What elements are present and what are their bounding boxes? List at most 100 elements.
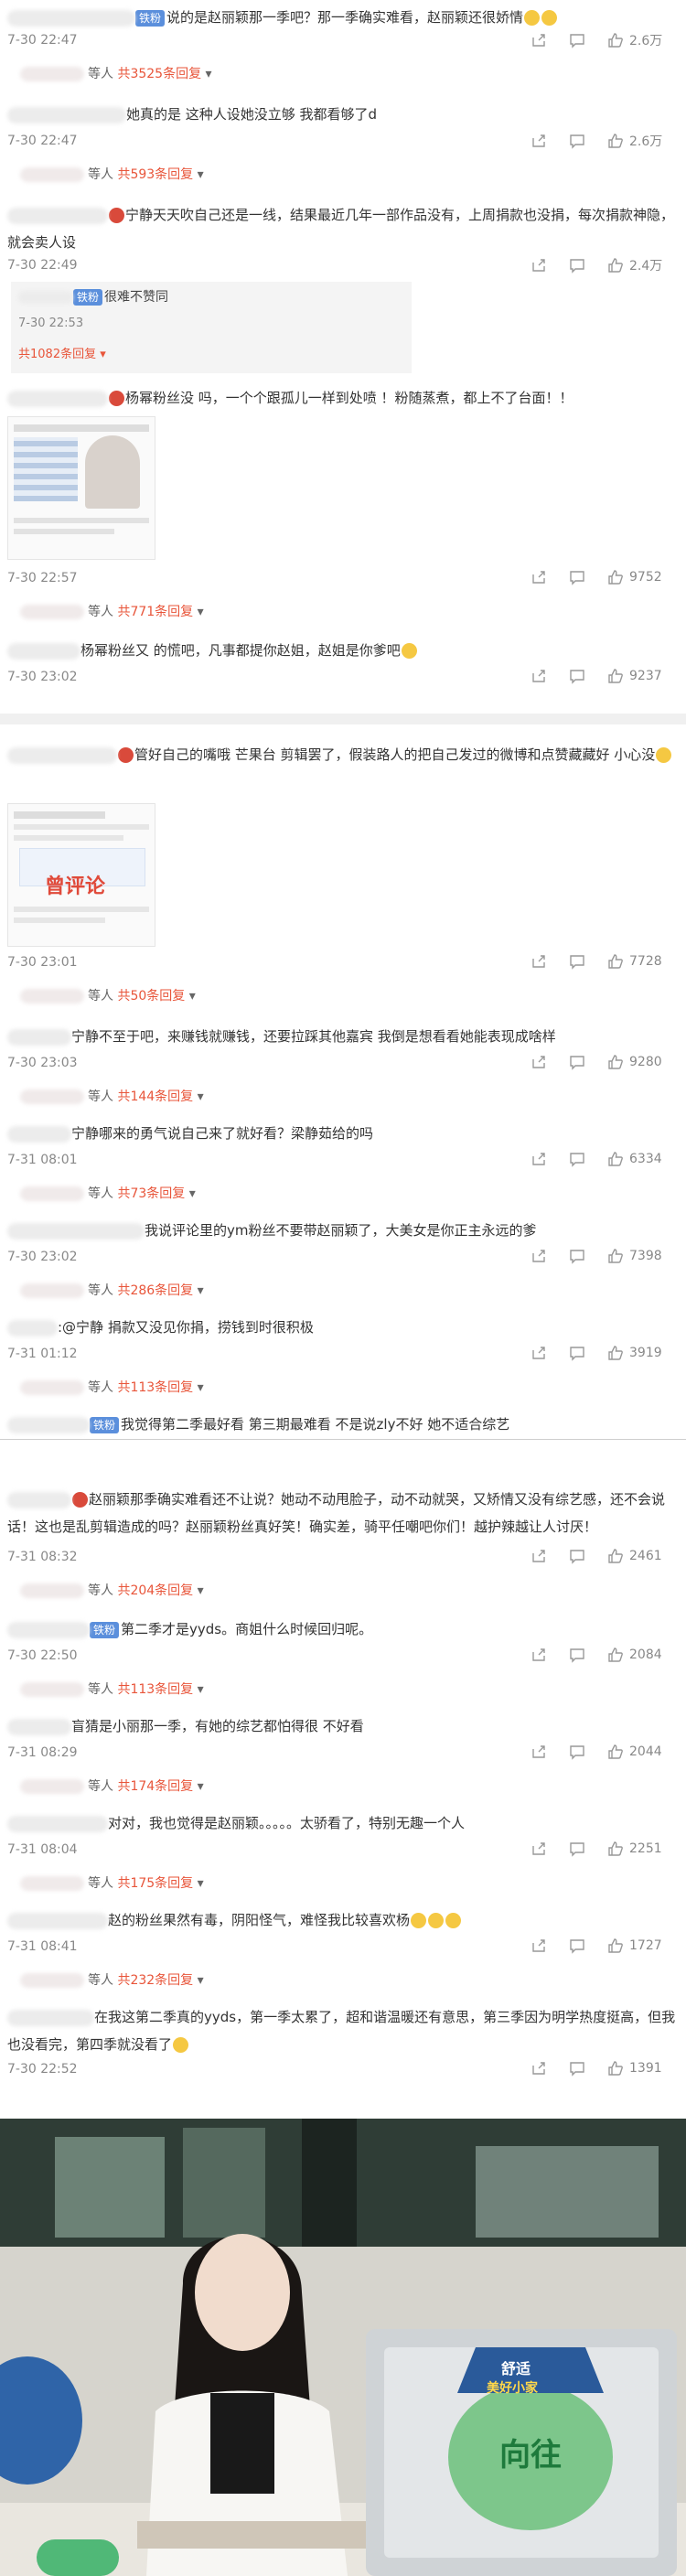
share-button[interactable]	[531, 1054, 547, 1070]
comment-button[interactable]	[569, 668, 585, 684]
like-button[interactable]: 6334	[607, 1151, 668, 1167]
replies-link[interactable]: 等人 共771条回复 ▾	[20, 602, 204, 620]
like-button[interactable]: 3919	[607, 1345, 668, 1361]
replies-link[interactable]: 等人 共232条回复 ▾	[20, 1970, 204, 1989]
share-button[interactable]	[531, 1345, 547, 1361]
comment-image[interactable]: 曾评论	[7, 803, 155, 947]
like-button[interactable]: 2251	[607, 1841, 668, 1857]
comment-button[interactable]	[569, 1548, 585, 1564]
comment-button[interactable]	[569, 2060, 585, 2077]
replies-link[interactable]: 等人 共113条回复 ▾	[20, 1378, 204, 1396]
username-blurred[interactable]	[7, 1621, 90, 1638]
like-button[interactable]: 2.6万	[607, 132, 668, 150]
replies-link[interactable]: 等人 共286条回复 ▾	[20, 1281, 204, 1299]
share-button[interactable]	[531, 1841, 547, 1857]
emoji-icon	[524, 10, 541, 26]
comment-button[interactable]	[569, 1248, 585, 1264]
replies-link[interactable]: 等人 共113条回复 ▾	[20, 1680, 204, 1698]
share-button[interactable]	[531, 1248, 547, 1264]
replies-link[interactable]: 等人 共174条回复 ▾	[20, 1776, 204, 1795]
like-button[interactable]: 7728	[607, 953, 668, 970]
like-button[interactable]: 1727	[607, 1937, 668, 1954]
username-blurred[interactable]	[7, 9, 135, 27]
username-blurred[interactable]	[7, 1222, 145, 1240]
username-blurred[interactable]	[7, 1912, 108, 1929]
comment-button[interactable]	[569, 32, 585, 48]
replies-link[interactable]: 等人 共593条回复 ▾	[20, 165, 204, 183]
like-button[interactable]: 7398	[607, 1248, 668, 1264]
share-button[interactable]	[531, 1937, 547, 1954]
comment-button[interactable]	[569, 1937, 585, 1954]
comment-text: 宁静不至于吧，来赚钱就赚钱，还要拉踩其他嘉宾 我倒是想看看她能表现成啥样	[7, 1023, 677, 1050]
username-blurred[interactable]	[7, 1416, 90, 1433]
comment-text: 杨幂粉丝又 的慌吧，凡事都提你赵姐，赵姐是你爹吧	[7, 637, 677, 664]
username-blurred[interactable]	[7, 746, 117, 764]
share-button[interactable]	[531, 257, 547, 274]
username-blurred[interactable]	[7, 106, 126, 123]
comment-button[interactable]	[569, 257, 585, 274]
comment-button[interactable]	[569, 133, 585, 149]
like-button[interactable]: 9280	[607, 1054, 668, 1070]
fan-tag: 铁粉	[135, 9, 166, 27]
thumbs-up-icon	[608, 669, 623, 683]
share-button[interactable]	[531, 1744, 547, 1760]
like-button[interactable]: 2.4万	[607, 256, 668, 274]
username-blurred[interactable]	[7, 1718, 71, 1735]
comment-actions: 7398	[509, 1248, 668, 1264]
share-button[interactable]	[531, 1647, 547, 1663]
replies-link[interactable]: 等人 共50条回复 ▾	[20, 986, 196, 1004]
share-button[interactable]	[531, 32, 547, 48]
share-button[interactable]	[531, 569, 547, 585]
username-blurred[interactable]	[7, 1028, 71, 1046]
share-icon	[532, 955, 545, 968]
emoji-icon	[428, 1913, 445, 1928]
comment-button[interactable]	[569, 569, 585, 585]
like-button[interactable]: 2.6万	[607, 31, 668, 49]
like-button[interactable]: 2044	[607, 1744, 668, 1760]
username-blurred[interactable]	[7, 1319, 58, 1336]
username-blurred[interactable]	[7, 2009, 94, 2026]
comment-button[interactable]	[569, 1744, 585, 1760]
share-icon	[532, 259, 545, 272]
comment-icon	[570, 670, 584, 684]
emoji-icon	[541, 10, 558, 26]
replies-link[interactable]: 等人 共175条回复 ▾	[20, 1873, 204, 1892]
like-button[interactable]: 2461	[607, 1548, 668, 1564]
like-button[interactable]: 2084	[607, 1647, 668, 1663]
comment-image[interactable]	[7, 416, 155, 560]
fan-tag: 铁粉	[90, 1416, 120, 1433]
comment-section-1: 铁粉 说的是赵丽颖那一季吧？那一季确实难看，赵丽颖还很娇情 7-30 22:47 …	[0, 0, 686, 732]
share-button[interactable]	[531, 2060, 547, 2077]
replies-link[interactable]: 等人 共144条回复 ▾	[20, 1087, 204, 1105]
share-button[interactable]	[531, 1548, 547, 1564]
comment-actions: 9237	[509, 668, 668, 684]
comment-button[interactable]	[569, 1345, 585, 1361]
replies-link[interactable]: 共1082条回复 ▾	[18, 344, 106, 361]
username-blurred[interactable]	[7, 1815, 108, 1832]
username-blurred[interactable]	[18, 291, 73, 304]
replies-link[interactable]: 等人 共204条回复 ▾	[20, 1581, 204, 1599]
username-blurred[interactable]	[7, 1125, 71, 1143]
share-icon	[532, 1153, 545, 1165]
share-button[interactable]	[531, 133, 547, 149]
comment-button[interactable]	[569, 1841, 585, 1857]
comment-button[interactable]	[569, 953, 585, 970]
comment-icon	[570, 571, 584, 585]
share-button[interactable]	[531, 668, 547, 684]
username-blurred[interactable]	[7, 1491, 71, 1508]
comment-button[interactable]	[569, 1054, 585, 1070]
username-blurred[interactable]	[7, 207, 108, 224]
like-button[interactable]: 1391	[607, 2060, 668, 2077]
comment-date: 7-31 08:04	[7, 1842, 78, 1857]
username-blurred[interactable]	[7, 390, 108, 407]
username-blurred[interactable]	[7, 642, 80, 660]
comment-actions: 2.6万	[509, 132, 668, 150]
like-button[interactable]: 9237	[607, 668, 668, 684]
replies-link[interactable]: 等人 共3525条回复 ▾	[20, 64, 212, 82]
like-button[interactable]: 9752	[607, 569, 668, 585]
comment-button[interactable]	[569, 1647, 585, 1663]
replies-link[interactable]: 等人 共73条回复 ▾	[20, 1184, 196, 1202]
share-button[interactable]	[531, 1151, 547, 1167]
share-button[interactable]	[531, 953, 547, 970]
comment-button[interactable]	[569, 1151, 585, 1167]
